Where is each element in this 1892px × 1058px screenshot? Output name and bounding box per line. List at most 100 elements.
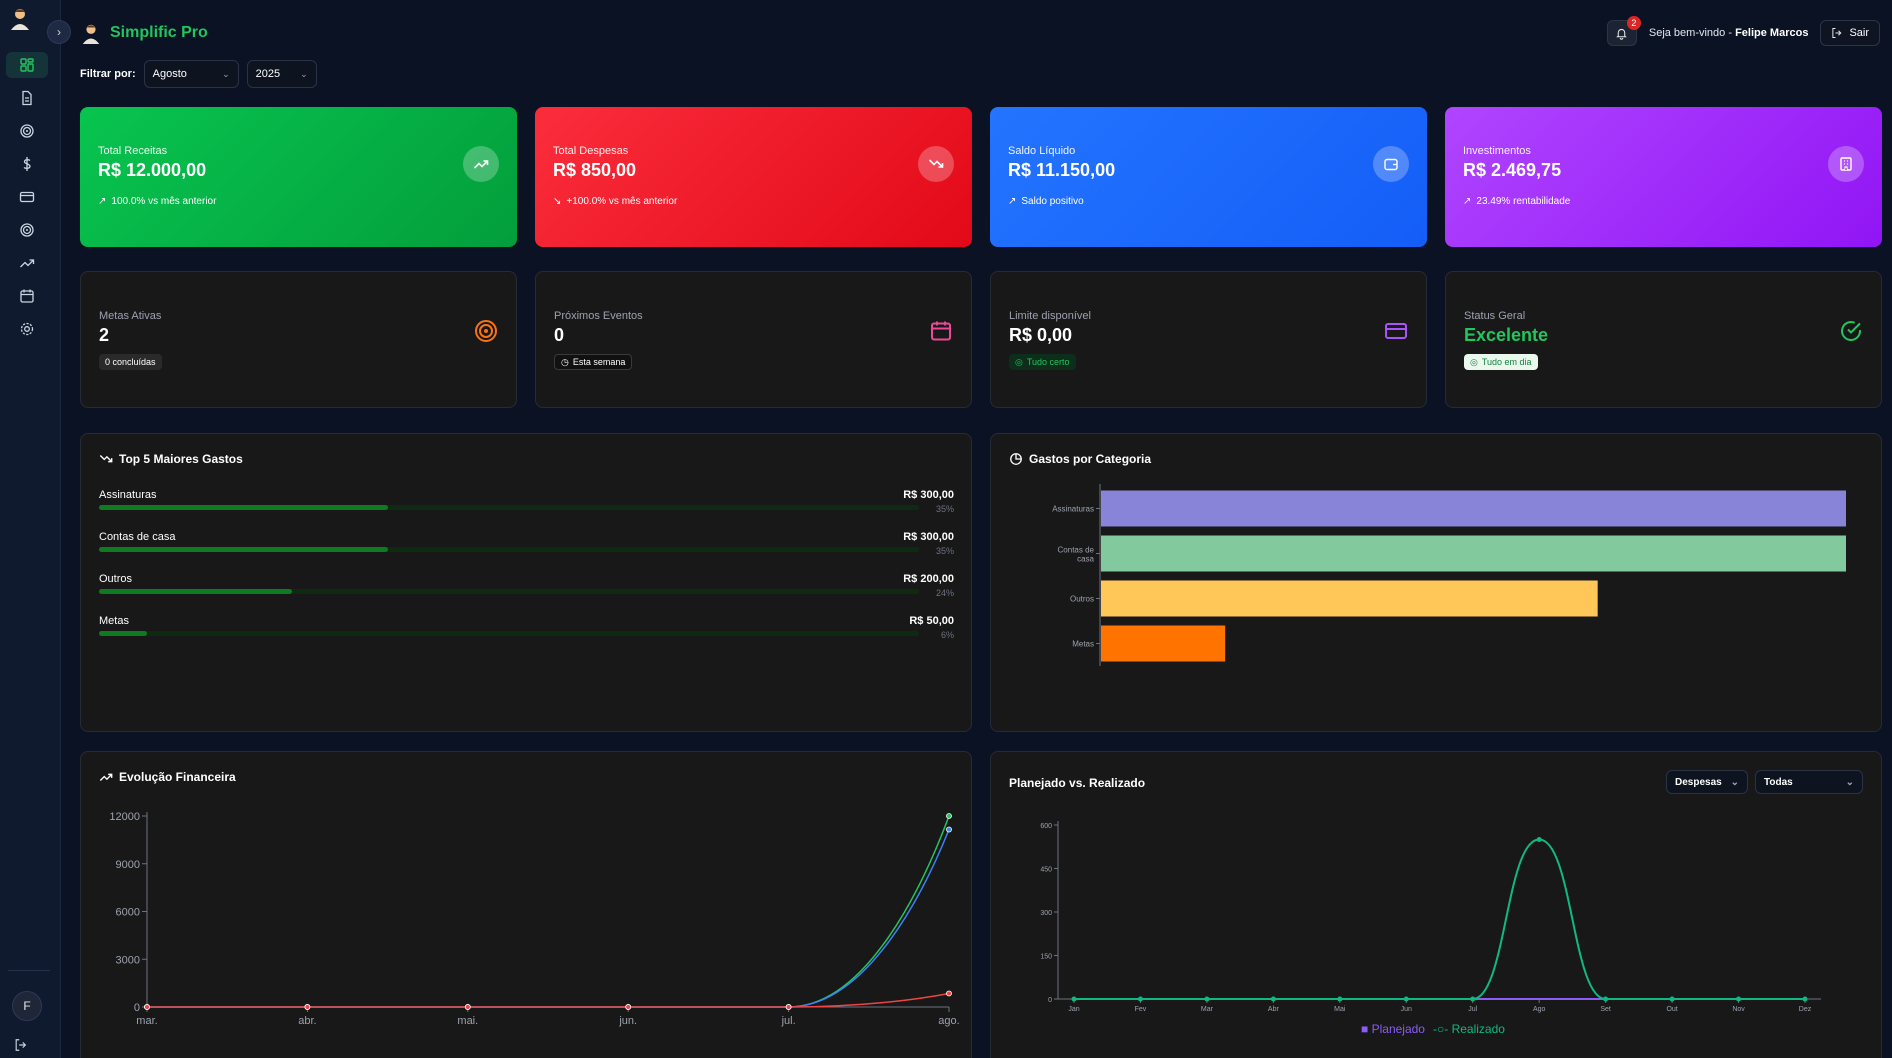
header-actions: 2 Seja bem-vindo - Felipe Marcos Sair — [1606, 16, 1880, 46]
app-name: Simplific Pro — [110, 24, 208, 41]
welcome-text: Seja bem-vindo - Felipe Marcos — [1649, 27, 1809, 39]
stat-label: Metas Ativas — [99, 310, 162, 322]
list-item-name: Assinaturas — [99, 489, 157, 501]
data-point — [1337, 996, 1343, 1002]
sidebar-item-settings[interactable] — [6, 316, 48, 342]
x-tick-label: mar. — [136, 1015, 157, 1027]
chevron-right-icon: › — [57, 25, 61, 39]
x-tick-label: Ago — [1533, 1006, 1546, 1013]
y-tick-label: 3000 — [116, 954, 140, 966]
check-circle-icon: ◎ — [1015, 356, 1023, 367]
sidebar: F — [0, 0, 61, 1058]
kpi-value: R$ 850,00 — [553, 160, 637, 180]
planned-vs-realized-chart: 0 150 300 450 600 Jan Fev Mar Abr Mai Jun Jul Ago Set… — [1040, 821, 1821, 1013]
stat-label: Próximos Eventos — [554, 310, 643, 322]
sidebar-item-reports[interactable] — [6, 85, 48, 111]
legend-planned: ■ Planejado — [1361, 1022, 1425, 1036]
progress-track — [99, 547, 919, 552]
filter-bar: Filtrar por: Agosto ⌄ 2025 ⌄ — [80, 60, 317, 88]
chevron-down-icon: ⌄ — [222, 68, 230, 79]
progress-track — [99, 589, 919, 594]
data-point — [1536, 837, 1542, 842]
y-tick-label: Outros — [1070, 595, 1094, 604]
sidebar-item-investments[interactable] — [6, 250, 48, 276]
panel-title: Top 5 Maiores Gastos — [99, 452, 243, 466]
stat-card-limite: Limite disponível R$ 0,00 ◎ Tudo certo — [990, 271, 1427, 408]
y-tick-label-line: Contas de — [1058, 546, 1095, 555]
sidebar-logout-button[interactable] — [10, 1036, 32, 1054]
list-item-amount: R$ 300,00 — [903, 489, 954, 501]
y-tick-label-line: casa — [1077, 555, 1094, 564]
month-value: Agosto — [152, 68, 187, 80]
data-point — [1603, 996, 1609, 1002]
top5-panel: Top 5 Maiores Gastos Assinaturas R$ 300,… — [80, 433, 972, 732]
logout-icon — [1832, 28, 1842, 38]
year-select[interactable]: 2025 ⌄ — [246, 60, 317, 88]
list-item-pct: 6% — [940, 630, 954, 640]
list-item: Outros R$ 200,00 24% — [99, 573, 954, 613]
data-point — [1071, 996, 1077, 1002]
sidebar-toggle-button[interactable]: › — [47, 20, 71, 44]
y-tick-label: 0 — [134, 1002, 140, 1014]
kpi-card-receitas: Total Receitas R$ 12.000,00 ↗ 100.0% vs m… — [80, 107, 517, 247]
x-tick-label: abr. — [298, 1015, 316, 1027]
kpi-sub-text: +100.0% vs mês anterior — [566, 196, 678, 207]
brand-avatar-icon — [82, 24, 100, 44]
data-point — [785, 1004, 792, 1010]
list-item-pct: 35% — [935, 504, 954, 514]
kpi-value: R$ 12.000,00 — [98, 160, 207, 180]
data-point — [946, 826, 952, 833]
list-item-pct: 24% — [935, 588, 954, 598]
evolution-line-chart: 0 3000 6000 9000 12000 mar. abr. mai. jun. jul. ag… — [109, 811, 959, 1027]
data-point — [625, 1004, 632, 1010]
kpi-value: R$ 11.150,00 — [1008, 160, 1116, 180]
logout-button[interactable]: Sair — [1820, 20, 1880, 46]
list-item: Assinaturas R$ 300,00 35% — [99, 489, 954, 529]
x-tick-label: mai. — [457, 1015, 478, 1027]
data-point — [1270, 996, 1276, 1002]
arrow-up-right-icon: ↗ — [1008, 196, 1017, 207]
top5-title: Top 5 Maiores Gastos — [119, 452, 243, 466]
user-initial-avatar[interactable]: F — [12, 991, 42, 1021]
sidebar-item-targets[interactable] — [6, 217, 48, 243]
bar-1 — [1101, 535, 1846, 572]
sidebar-item-cards[interactable] — [6, 184, 48, 210]
chevron-down-icon: ⌄ — [300, 68, 308, 79]
category-bar-chart: Assinaturas Contas de casa Outros Metas — [1052, 484, 1846, 666]
stat-pill-text: Esta semana — [572, 357, 626, 367]
series-line-0 — [147, 815, 950, 1008]
series-line-1 — [1074, 838, 1805, 1000]
sidebar-item-calendar[interactable] — [6, 283, 48, 309]
trending-down-icon — [99, 455, 113, 463]
x-tick-label: Abr — [1268, 1006, 1280, 1013]
stat-value: 2 — [99, 325, 110, 345]
year-value: 2025 — [255, 68, 281, 80]
data-point — [1403, 996, 1409, 1002]
x-tick-label: Mar — [1201, 1006, 1214, 1013]
sidebar-item-transactions[interactable] — [6, 151, 48, 177]
kpi-card-despesas: Total Despesas R$ 850,00 ↘ +100.0% vs mês… — [535, 107, 972, 247]
kpi-sub-text: Saldo positivo — [1021, 196, 1084, 207]
notifications-button[interactable]: 2 — [1606, 16, 1641, 46]
sidebar-item-goals[interactable] — [6, 118, 48, 144]
evolucao-panel: Evolução Financeira 0 3000 6000 9000 12000 ma… — [80, 751, 972, 1058]
notifications-badge: 2 — [1626, 16, 1641, 30]
legend-realized: -○- Realizado — [1432, 1022, 1505, 1036]
list-item-amount: R$ 300,00 — [903, 531, 954, 543]
sidebar-item-dashboard[interactable] — [6, 52, 48, 78]
stat-label: Status Geral — [1464, 310, 1526, 322]
wallet-icon — [1373, 146, 1409, 182]
x-tick-label: jul. — [781, 1015, 796, 1027]
y-tick-label: 6000 — [116, 907, 140, 919]
data-point — [946, 813, 952, 819]
arrow-down-right-icon: ↘ — [553, 196, 562, 207]
kpi-label: Total Despesas — [553, 145, 629, 157]
month-select[interactable]: Agosto ⌄ — [143, 60, 239, 88]
list-item-amount: R$ 200,00 — [903, 573, 954, 585]
list-item-amount: R$ 50,00 — [909, 615, 954, 627]
kpi-value: R$ 2.469,75 — [1463, 160, 1562, 180]
y-tick-label: Metas — [1072, 640, 1094, 649]
data-point — [464, 1004, 471, 1010]
x-tick-label: jun. — [618, 1015, 637, 1027]
y-tick-label: 9000 — [116, 859, 140, 871]
